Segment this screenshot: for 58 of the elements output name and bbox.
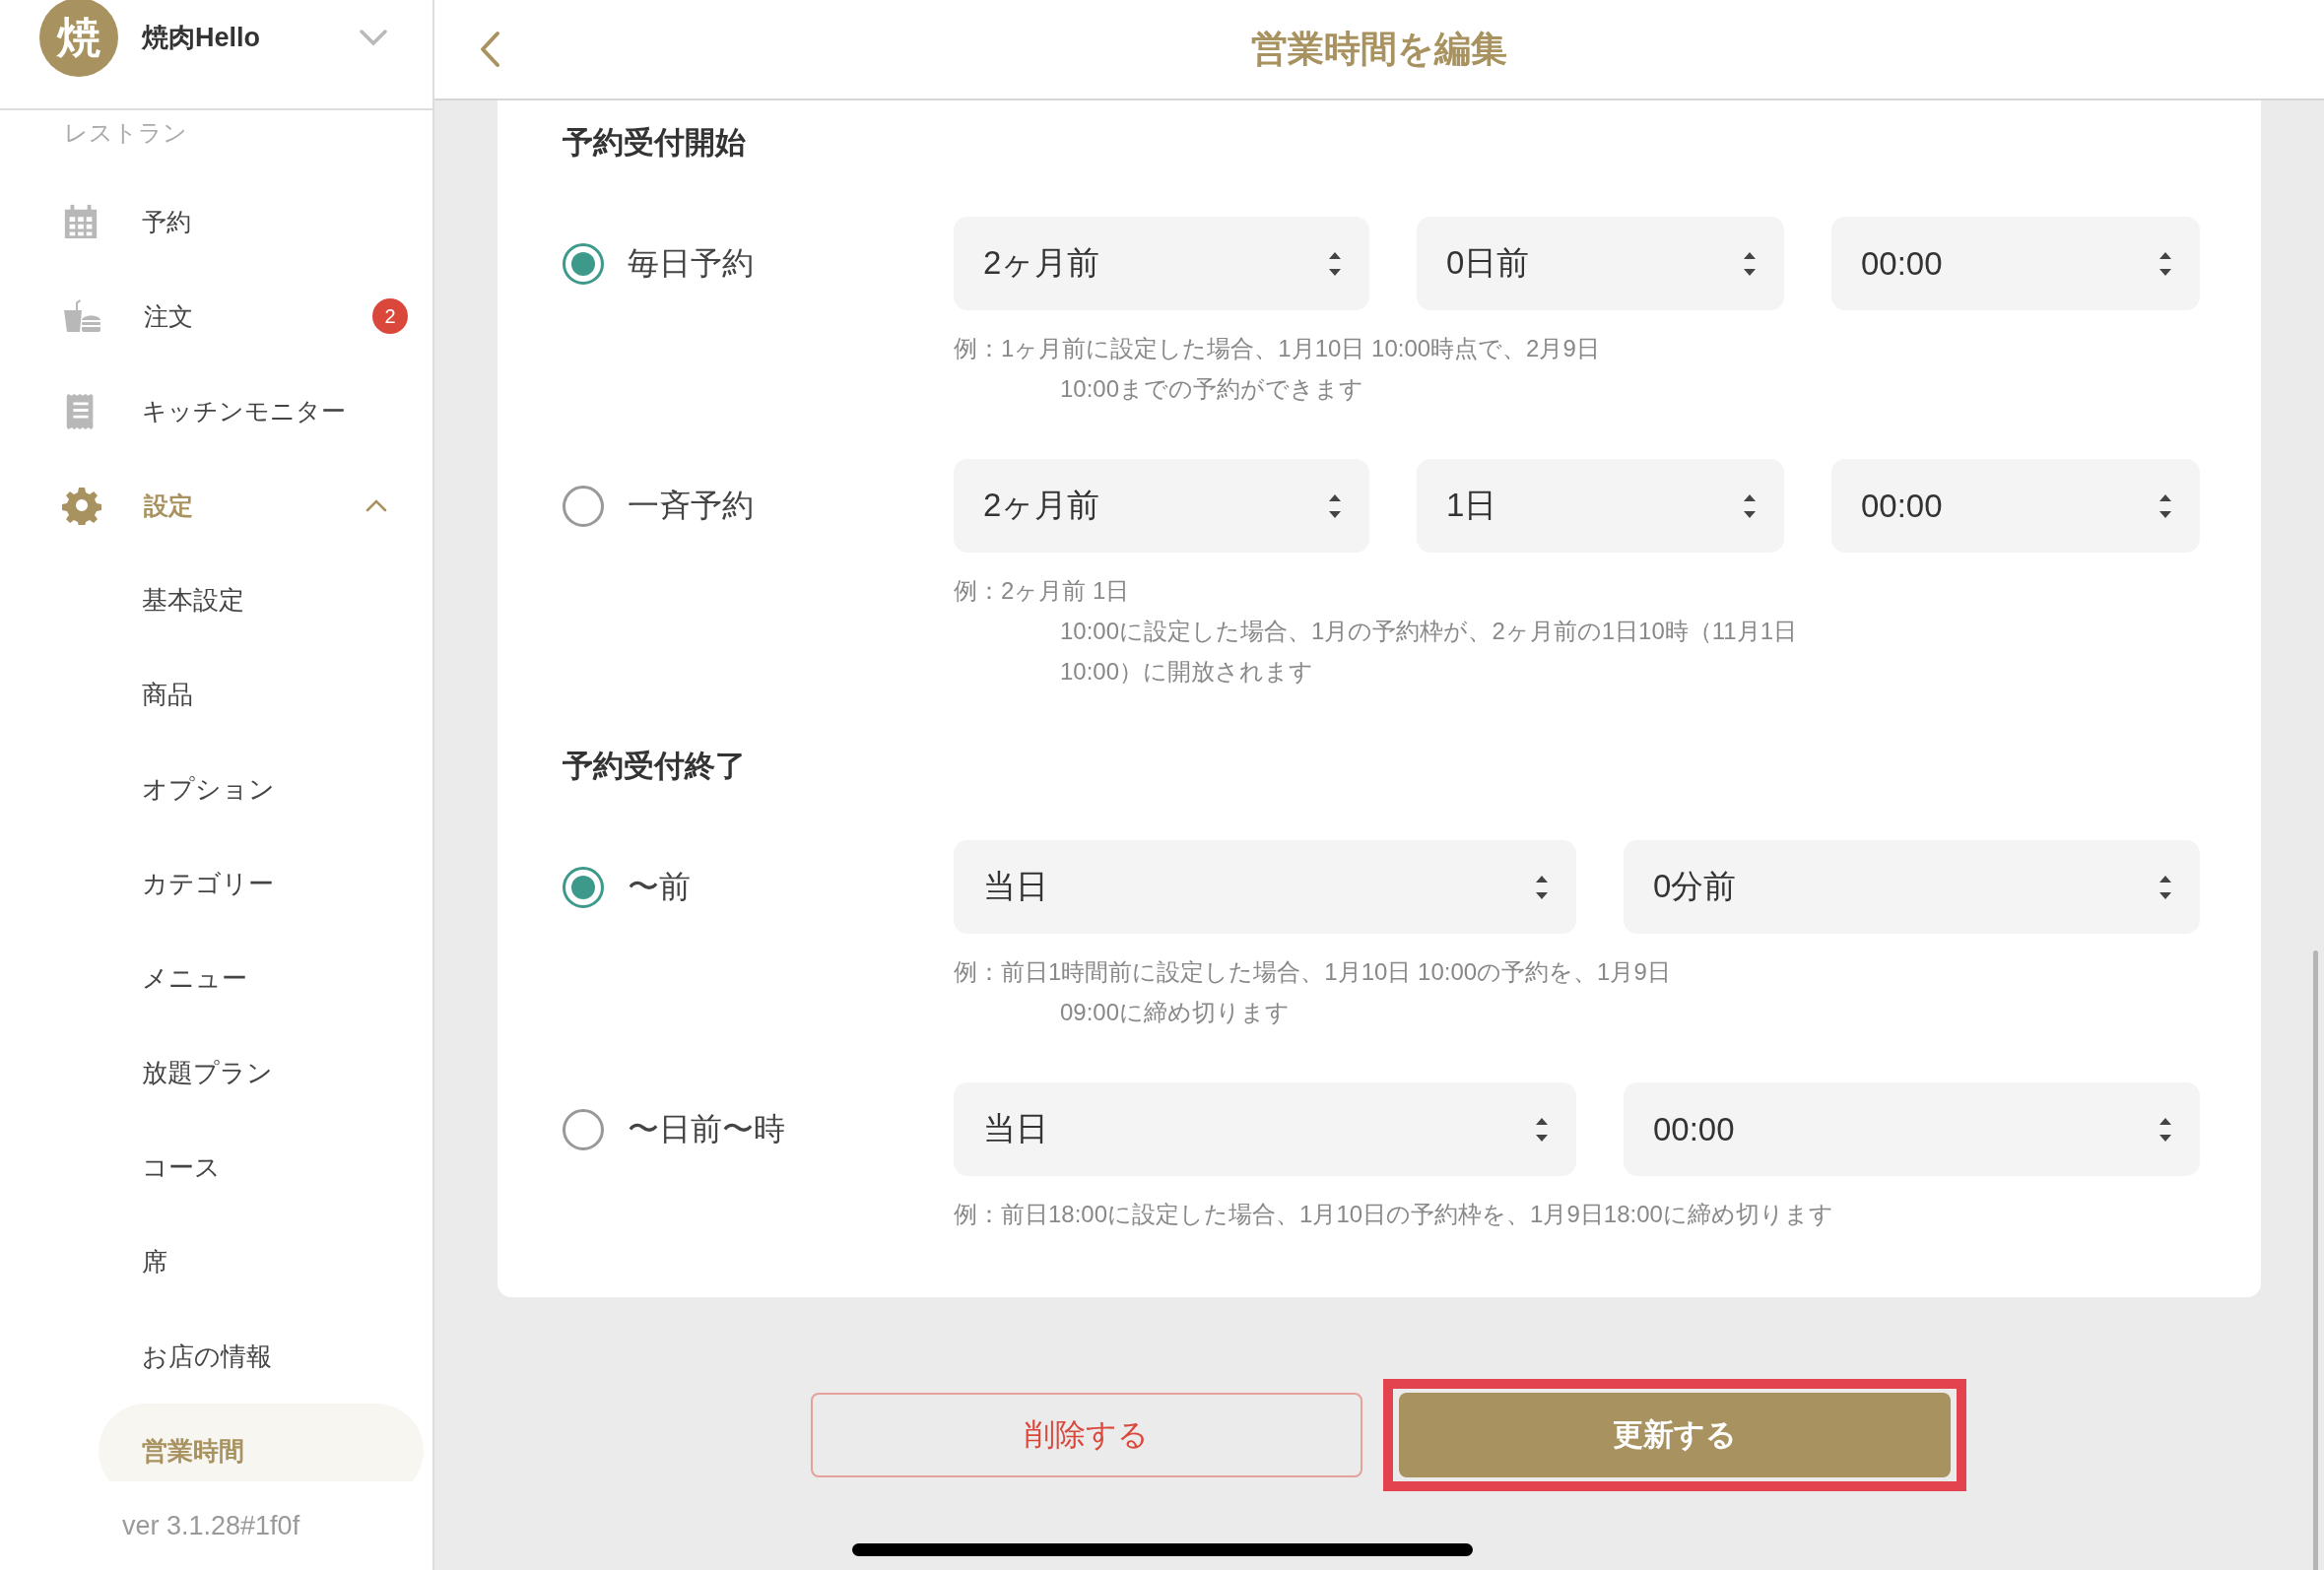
nav-subitem[interactable]: コース xyxy=(99,1120,424,1214)
updown-caret-icon xyxy=(1535,874,1549,900)
select-field[interactable]: 0分前 xyxy=(1624,840,2200,934)
nav-item[interactable]: キッチンモニター xyxy=(0,363,432,458)
select-field[interactable]: 00:00 xyxy=(1831,217,2200,310)
updown-caret-icon xyxy=(1535,1116,1549,1143)
nav-subitem[interactable]: 放題プラン xyxy=(99,1025,424,1120)
nav-subitem[interactable]: 基本設定 xyxy=(99,553,424,647)
updown-caret-icon xyxy=(1743,492,1757,519)
select-field[interactable]: 1日 xyxy=(1417,459,1784,553)
radio-label[interactable]: 一斉予約 xyxy=(628,484,754,528)
gear-icon xyxy=(62,486,101,525)
select-field[interactable]: 00:00 xyxy=(1624,1082,2200,1176)
nav-subitem[interactable]: カテゴリー xyxy=(99,836,424,931)
hint-text: 例：前日1時間前に設定した場合、1月10日 10:00の予約を、1月9日 09:00に締め切ります xyxy=(954,957,1672,1027)
page-title: 営業時間を編集 xyxy=(1251,28,1507,71)
section-label: レストラン xyxy=(64,118,187,148)
updown-caret-icon xyxy=(1743,250,1757,277)
select-field[interactable]: 2ヶ月前 xyxy=(954,217,1369,310)
updown-caret-icon xyxy=(1328,250,1342,277)
radio-button[interactable] xyxy=(563,866,604,908)
hint-text: 例：前日18:00に設定した場合、1月10日の予約枠を、1月9日18:00に締め切ります xyxy=(954,1200,1834,1229)
radio-label[interactable]: 〜前 xyxy=(628,865,691,909)
select-field[interactable]: 当日 xyxy=(954,840,1576,934)
shop-avatar: 焼 xyxy=(39,0,118,77)
radio-button[interactable] xyxy=(563,1108,604,1150)
chevron-up-icon[interactable] xyxy=(365,498,387,512)
radio-label[interactable]: 〜日前〜時 xyxy=(628,1107,785,1151)
shop-name[interactable]: 焼肉Hello xyxy=(142,20,260,55)
nav-subitem[interactable]: メニュー xyxy=(99,931,424,1025)
section-title: 予約受付終了 xyxy=(563,748,746,785)
count-badge: 2 xyxy=(372,298,408,334)
back-icon[interactable] xyxy=(478,30,501,69)
nav-subitem[interactable]: お店の情報 xyxy=(99,1309,424,1404)
calendar-icon xyxy=(62,203,100,240)
updown-caret-icon xyxy=(2158,250,2172,277)
hint-text: 例：2ヶ月前 1日 10:00に設定した場合、1月の予約枠が、2ヶ月前の1日10時（11月1日 10:00）に開放されます xyxy=(954,576,1799,687)
select-field[interactable]: 0日前 xyxy=(1417,217,1784,310)
nav-subitem[interactable]: 商品 xyxy=(99,647,424,742)
updown-caret-icon xyxy=(1328,492,1342,519)
select-field[interactable]: 2ヶ月前 xyxy=(954,459,1369,553)
updown-caret-icon xyxy=(2158,874,2172,900)
radio-button[interactable] xyxy=(563,242,604,285)
radio-label[interactable]: 毎日予約 xyxy=(628,241,754,286)
nav-item[interactable]: 予約 xyxy=(0,174,432,269)
updown-caret-icon xyxy=(2158,1116,2172,1143)
hint-text: 例：1ヶ月前に設定した場合、1月10日 10:00時点で、2月9日 10:00までの予約ができます xyxy=(954,334,1601,404)
nav-subitem[interactable]: 席 xyxy=(99,1214,424,1309)
updown-caret-icon xyxy=(2158,492,2172,519)
section-title: 予約受付開始 xyxy=(563,124,746,162)
nav-subitem[interactable]: オプション xyxy=(99,742,424,836)
radio-button[interactable] xyxy=(563,485,604,527)
delete-button[interactable]: 削除する xyxy=(810,1393,1362,1477)
select-field[interactable]: 当日 xyxy=(954,1082,1576,1176)
chevron-down-icon[interactable] xyxy=(359,29,388,46)
version-text: ver 3.1.28#1f0f xyxy=(122,1510,300,1541)
nav-item[interactable]: 注文 2 xyxy=(0,269,432,363)
select-field[interactable]: 00:00 xyxy=(1831,459,2200,553)
